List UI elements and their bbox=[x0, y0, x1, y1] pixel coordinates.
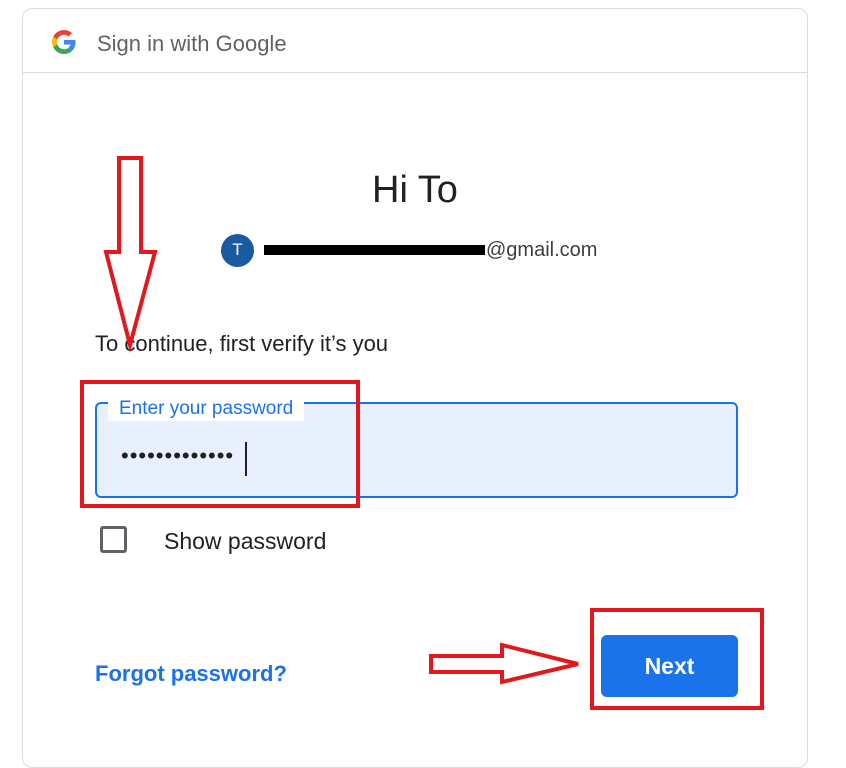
text-caret bbox=[245, 442, 247, 476]
email-suffix: @gmail.com bbox=[486, 238, 598, 261]
password-label: Enter your password bbox=[108, 397, 305, 421]
account-email: @gmail.com bbox=[264, 239, 597, 262]
signin-card: Sign in with Google Hi To T @gmail.com T… bbox=[22, 8, 808, 768]
verify-instruction: To continue, first verify it’s you bbox=[95, 331, 389, 356]
account-chip[interactable]: T @gmail.com bbox=[221, 233, 597, 267]
password-masked-value: ••••••••••••• bbox=[121, 443, 235, 468]
card-header: Sign in with Google bbox=[23, 9, 807, 73]
avatar: T bbox=[221, 233, 254, 267]
show-password-label[interactable]: Show password bbox=[164, 526, 326, 556]
next-button[interactable]: Next bbox=[601, 635, 738, 697]
greeting-heading: Hi To bbox=[372, 169, 458, 211]
header-title: Sign in with Google bbox=[97, 31, 287, 56]
show-password-checkbox[interactable] bbox=[100, 526, 127, 553]
redacted-email-bar bbox=[264, 245, 485, 256]
google-g-logo-icon bbox=[52, 30, 76, 54]
forgot-password-link[interactable]: Forgot password? bbox=[95, 659, 287, 689]
